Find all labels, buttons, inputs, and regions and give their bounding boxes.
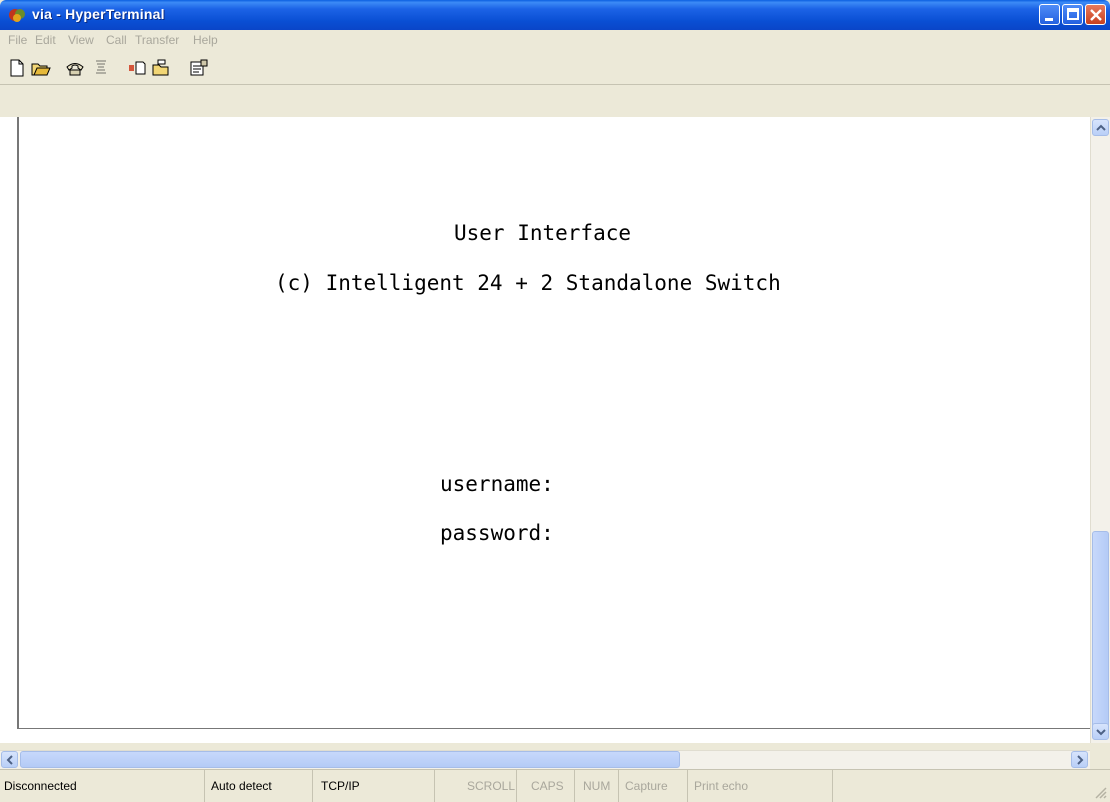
hyperterminal-app-icon[interactable] [8,6,26,24]
send-icon[interactable] [126,58,148,78]
resize-grip-icon[interactable] [1094,786,1108,800]
receive-icon[interactable] [150,58,172,78]
minimize-icon [1045,18,1053,21]
chevron-left-icon [6,755,13,765]
horizontal-scroll-thumb[interactable] [20,751,680,768]
maximize-button[interactable] [1062,4,1083,25]
status-capture: Capture [619,770,688,802]
close-icon [1090,9,1102,21]
terminal-copyright: (c) Intelligent 24 + 2 Standalone Switch [275,271,781,295]
call-icon[interactable] [64,58,86,78]
scroll-left-button[interactable] [1,751,18,768]
chevron-right-icon [1077,755,1084,765]
terminal-password-prompt: password: [440,521,554,545]
menu-call[interactable]: Call [106,33,127,47]
status-connection: Disconnected [0,770,205,802]
hyperterminal-window: via - HyperTerminal File Edit View Call … [0,0,1110,802]
menu-bar: File Edit View Call Transfer Help [0,30,1110,52]
horizontal-scrollbar[interactable] [0,750,1090,769]
disconnect-icon[interactable] [90,58,112,78]
status-caps: CAPS [517,770,575,802]
menu-edit[interactable]: Edit [35,33,56,47]
new-icon[interactable] [6,58,28,78]
terminal-screen[interactable]: User Interface (c) Intelligent 24 + 2 St… [17,117,1092,729]
status-bar: Disconnected Auto detect TCP/IP SCROLL C… [0,769,1110,802]
menu-view[interactable]: View [68,33,94,47]
close-button[interactable] [1085,4,1106,25]
title-bar[interactable]: via - HyperTerminal [0,0,1110,30]
status-scroll: SCROLL [435,770,517,802]
terminal-username-prompt: username: [440,472,554,496]
status-emulation: Auto detect [205,770,313,802]
scroll-right-button[interactable] [1071,751,1088,768]
status-num: NUM [575,770,619,802]
scroll-down-button[interactable] [1092,723,1109,740]
status-print-echo: Print echo [688,770,833,802]
toolbar [0,52,1110,85]
vertical-scrollbar[interactable] [1090,117,1110,743]
status-port: TCP/IP [313,770,435,802]
menu-help[interactable]: Help [193,33,218,47]
chevron-down-icon [1096,729,1106,736]
terminal-heading: User Interface [454,221,632,245]
menu-transfer[interactable]: Transfer [135,33,179,47]
vertical-scroll-thumb[interactable] [1092,531,1109,731]
menu-file[interactable]: File [8,33,27,47]
minimize-button[interactable] [1039,4,1060,25]
open-icon[interactable] [30,58,52,78]
chevron-up-icon [1096,124,1106,131]
scroll-up-button[interactable] [1092,119,1109,136]
maximize-icon [1067,8,1079,20]
window-title: via - HyperTerminal [32,6,165,22]
properties-icon[interactable] [188,58,210,78]
